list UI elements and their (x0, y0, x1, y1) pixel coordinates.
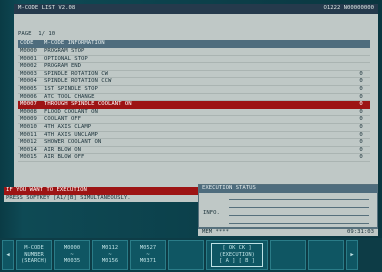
table-row[interactable]: M0008 FLOOD COOLANT ON 0 (18, 109, 370, 117)
row-info: COOLANT OFF (44, 116, 82, 123)
row-info: 4TH AXIS UNCLAMP (44, 131, 98, 138)
softkey-execution[interactable]: [ OK CK ] (EXECUTION) [ A ] [ B ] (206, 240, 268, 270)
row-info: AIR BLOW ON (44, 146, 82, 153)
table-row[interactable]: M0006 ATC TOOL CHANGE 0 (18, 94, 370, 102)
softkey-prev-arrow[interactable]: ◀ (2, 240, 14, 270)
row-value: 0 (359, 154, 363, 161)
table-row[interactable]: M0005 1ST SPINDLE STOP 0 (18, 86, 370, 94)
title-bar: M-CODE LIST V2.08 O1222 N00000000 (14, 4, 378, 14)
table-row[interactable]: M0001 OPTIONAL STOP (18, 56, 370, 64)
row-info: 4TH AXIS CLAMP (44, 123, 92, 130)
table-row[interactable]: M0015 AIR BLOW OFF 0 (18, 154, 370, 162)
status-field-2 (229, 207, 369, 208)
row-value (352, 48, 370, 55)
message-area: IF YOU WANT TO EXECUTION PRESS SOFTKEY [… (4, 187, 200, 202)
table-row[interactable]: M0002 PROGRAM END (18, 63, 370, 71)
page-label: PAGE (18, 31, 32, 37)
row-value: 0 (359, 116, 363, 123)
column-header-info: M-CODE INFORMATION (44, 40, 105, 46)
row-info: PROGRAM STOP (44, 48, 85, 54)
row-value: 0 (359, 123, 363, 130)
row-value: 0 (359, 70, 363, 77)
execution-key-box: [ OK CK ] (EXECUTION) [ A ] [ B ] (211, 243, 263, 267)
message-line-2: PRESS SOFTKEY [A1/[B] SIMULTANEOUSLY. (4, 194, 200, 202)
row-info: AIR BLOW OFF (44, 154, 85, 161)
softkey-blank-1[interactable] (168, 240, 204, 270)
softkey-range-1[interactable]: M0000 ~ M0035 (54, 240, 90, 270)
column-header-code: CODE (20, 40, 34, 46)
row-code: M0009 (20, 116, 37, 123)
row-info: ATC TOOL CHANGE (44, 93, 95, 100)
execution-status-panel: EXECUTION STATUS INFO. (198, 184, 378, 228)
row-code: M0000 (20, 48, 37, 54)
softkey-bar: ◀ M-CODE NUMBER (SEARCH) M0000 ~ M0035 M… (0, 238, 382, 272)
left-arrow-icon: ◀ (6, 251, 10, 258)
page-value: 1/ 10 (38, 31, 56, 37)
message-line-1: IF YOU WANT TO EXECUTION (4, 187, 200, 195)
softkey-blank-3[interactable] (308, 240, 344, 270)
row-code: M0008 (20, 108, 37, 115)
execution-status-title: EXECUTION STATUS (199, 185, 377, 193)
row-code: M0005 (20, 85, 37, 92)
row-info: 1ST SPINDLE STOP (44, 85, 98, 92)
row-code: M0006 (20, 93, 37, 100)
table-row[interactable]: M0009 COOLANT OFF 0 (18, 116, 370, 124)
row-value: 0 (359, 101, 363, 108)
row-info: FLOOD COOLANT ON (44, 108, 98, 115)
row-info: OPTIONAL STOP (44, 55, 88, 62)
row-value: 0 (359, 131, 363, 138)
screen-title: M-CODE LIST V2.08 (18, 5, 76, 11)
row-code: M0014 (20, 146, 37, 153)
table-row[interactable]: M0014 AIR BLOW ON 0 (18, 147, 370, 155)
softkey-next-arrow[interactable]: ▶ (346, 240, 358, 270)
program-number: O1222 N00000000 (323, 5, 374, 11)
row-value (352, 63, 370, 70)
page-indicator: PAGE 1/ 10 (18, 31, 55, 39)
row-value: 0 (359, 108, 363, 115)
row-value: 0 (359, 78, 363, 85)
row-value: 0 (359, 139, 363, 146)
cnc-screen: M-CODE LIST V2.08 O1222 N00000000 PAGE 1… (14, 4, 378, 202)
info-field-2 (229, 223, 369, 224)
info-label: INFO. (203, 210, 220, 216)
table-row[interactable]: M0007 THROUGH SPINDLE COOLANT ON 0 (18, 101, 370, 109)
row-value: 0 (359, 146, 363, 153)
row-code: M0002 (20, 63, 37, 70)
row-value: 0 (359, 93, 363, 100)
row-info: PROGRAM END (44, 63, 82, 70)
row-info: SPINDLE ROTATION CW (44, 70, 108, 77)
softkey-m-code-search[interactable]: M-CODE NUMBER (SEARCH) (16, 240, 52, 270)
row-code: M0004 (20, 78, 37, 85)
m-code-table: CODE M-CODE INFORMATION M0000 PROGRAM STO… (18, 40, 370, 162)
row-code: M0010 (20, 123, 37, 130)
row-info: THROUGH SPINDLE COOLANT ON (44, 101, 132, 108)
row-info: SHOWER COOLANT ON (44, 139, 102, 146)
row-code: M0015 (20, 154, 37, 161)
table-row[interactable]: M0003 SPINDLE ROTATION CW 0 (18, 71, 370, 79)
softkey-range-3[interactable]: M0527 ~ M0371 (130, 240, 166, 270)
row-code: M0007 (20, 101, 37, 108)
row-code: M0011 (20, 131, 37, 138)
softkey-range-2[interactable]: M0112 ~ M0156 (92, 240, 128, 270)
row-code: M0003 (20, 70, 37, 77)
mode-indicator: MEM **** (202, 229, 229, 235)
right-arrow-icon: ▶ (350, 251, 354, 258)
status-bar: MEM **** 09:31:03 (198, 228, 378, 236)
table-row[interactable]: M0011 4TH AXIS UNCLAMP 0 (18, 132, 370, 140)
table-row[interactable]: M0000 PROGRAM STOP (18, 48, 370, 56)
row-code: M0012 (20, 139, 37, 146)
info-field-1 (229, 215, 369, 216)
clock: 09:31:03 (347, 229, 374, 235)
status-field-1 (229, 199, 369, 200)
softkey-blank-2[interactable] (270, 240, 306, 270)
table-row[interactable]: M0012 SHOWER COOLANT ON 0 (18, 139, 370, 147)
row-code: M0001 (20, 55, 37, 62)
row-value (352, 56, 370, 63)
table-row[interactable]: M0004 SPINDLE ROTATION CCW 0 (18, 78, 370, 86)
row-value: 0 (359, 85, 363, 92)
table-row[interactable]: M0010 4TH AXIS CLAMP 0 (18, 124, 370, 132)
row-info: SPINDLE ROTATION CCW (44, 78, 112, 85)
table-header: CODE M-CODE INFORMATION (18, 40, 370, 48)
